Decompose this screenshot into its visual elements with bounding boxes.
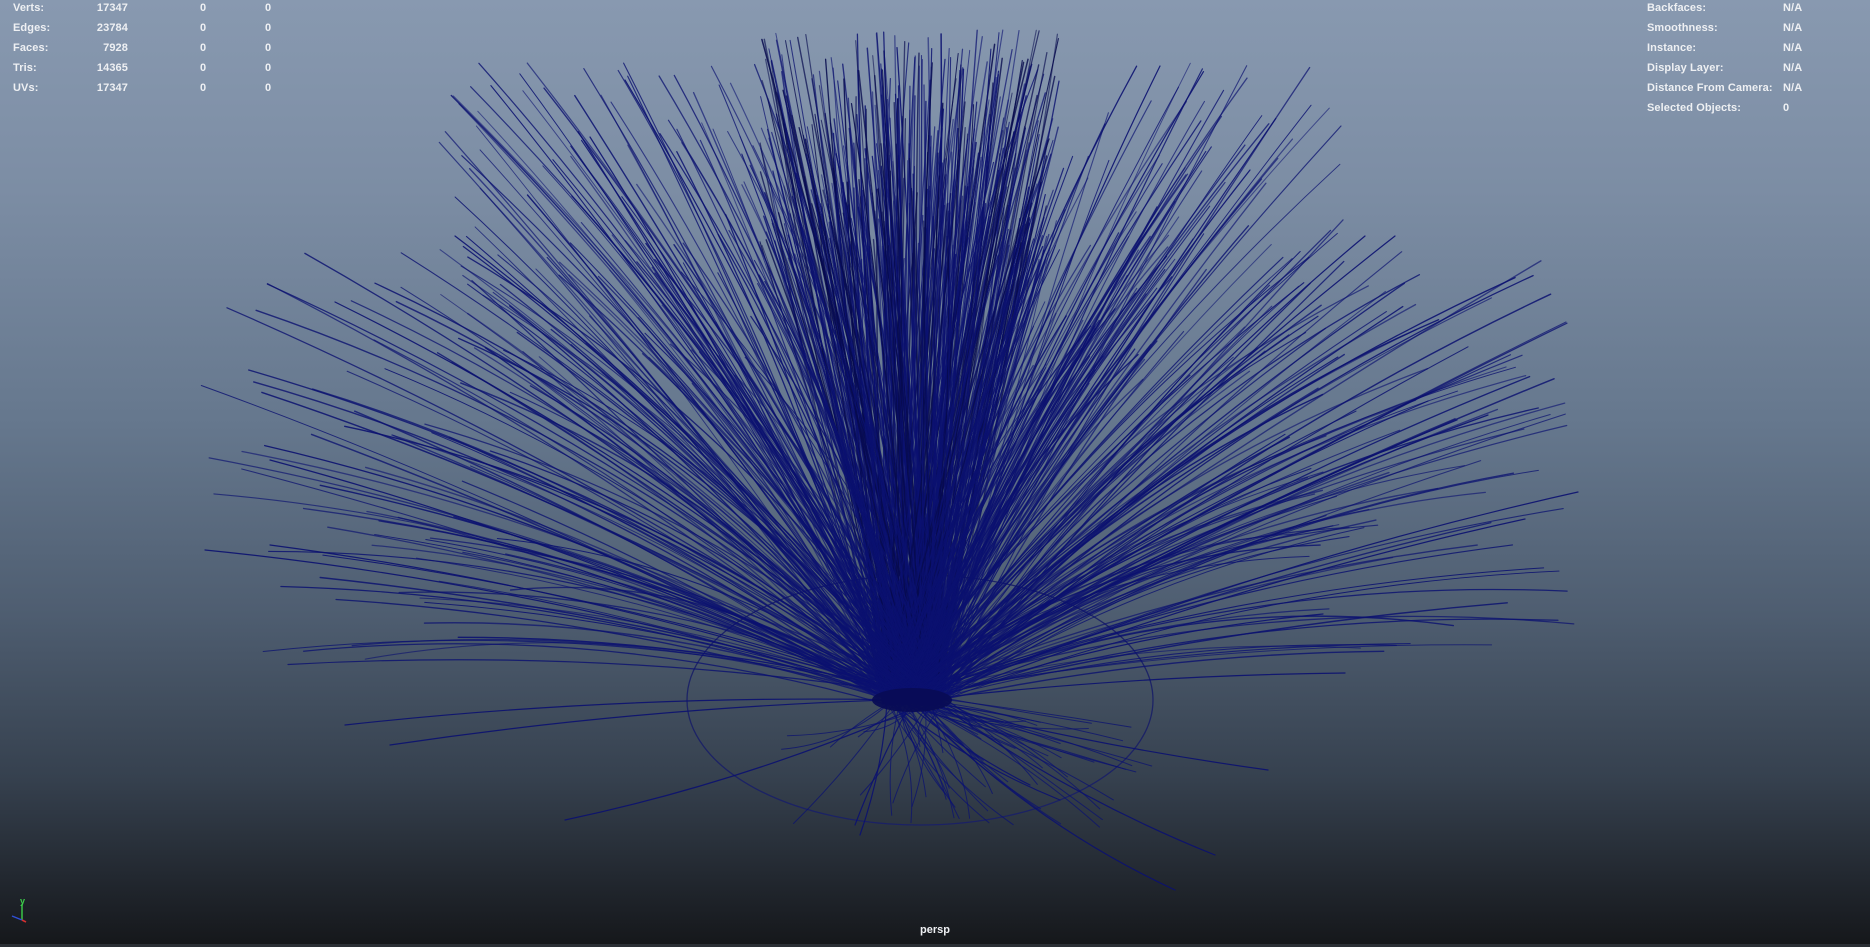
- backfaces-label: Backfaces:: [1647, 2, 1707, 14]
- tris-label: Tris:: [13, 62, 37, 74]
- maya-perspective-viewport[interactable]: Verts: 17347 0 0 Edges: 23784 0 0 Faces:…: [0, 0, 1870, 947]
- hud-row-uvs: UVs: 17347 0 0: [13, 78, 273, 98]
- distance-value: N/A: [1783, 82, 1803, 94]
- strand-root-cluster: [872, 688, 952, 712]
- hud-row-selected-objects: Selected Objects: 0: [1647, 98, 1867, 118]
- tris-selected: 0: [200, 62, 207, 74]
- faces-components: 0: [265, 42, 272, 54]
- backfaces-value: N/A: [1783, 2, 1803, 14]
- hud-row-display-layer: Display Layer: N/A: [1647, 58, 1867, 78]
- hair-strands: [200, 29, 1579, 891]
- hair-strand: [914, 703, 1176, 891]
- smoothness-label: Smoothness:: [1647, 22, 1718, 34]
- poly-count-hud: Verts: 17347 0 0 Edges: 23784 0 0 Faces:…: [13, 0, 273, 98]
- verts-components: 0: [265, 2, 272, 14]
- hud-row-smoothness: Smoothness: N/A: [1647, 18, 1867, 38]
- uvs-label: UVs:: [13, 82, 39, 94]
- tris-value: 14365: [96, 62, 128, 74]
- hair-strand: [389, 699, 899, 746]
- hud-row-verts: Verts: 17347 0 0: [13, 0, 273, 18]
- uvs-components: 0: [265, 82, 272, 94]
- hair-strand: [344, 698, 931, 726]
- selected-objects-label: Selected Objects:: [1647, 102, 1742, 114]
- faces-label: Faces:: [13, 42, 49, 54]
- distance-label: Distance From Camera:: [1647, 82, 1773, 94]
- uvs-value: 17347: [96, 82, 128, 94]
- instance-label: Instance:: [1647, 42, 1697, 54]
- hud-row-backfaces: Backfaces: N/A: [1647, 0, 1867, 18]
- hud-row-instance: Instance: N/A: [1647, 38, 1867, 58]
- edges-value: 23784: [96, 22, 128, 34]
- hair-strand: [564, 702, 926, 821]
- hair-strand: [859, 696, 888, 836]
- object-info-hud: Backfaces: N/A Smoothness: N/A Instance:…: [1647, 0, 1867, 118]
- verts-value: 17347: [96, 2, 128, 14]
- tris-components: 0: [265, 62, 272, 74]
- display-layer-label: Display Layer:: [1647, 62, 1724, 74]
- instance-value: N/A: [1783, 42, 1803, 54]
- edges-label: Edges:: [13, 22, 51, 34]
- smoothness-value: N/A: [1783, 22, 1803, 34]
- grass-hair-mesh[interactable]: [0, 0, 1870, 947]
- display-layer-value: N/A: [1783, 62, 1803, 74]
- hud-row-edges: Edges: 23784 0 0: [13, 18, 273, 38]
- verts-label: Verts:: [13, 2, 45, 14]
- hud-row-tris: Tris: 14365 0 0: [13, 58, 273, 78]
- hud-row-distance: Distance From Camera: N/A: [1647, 78, 1867, 98]
- faces-value: 7928: [103, 42, 128, 54]
- hair-strand: [793, 701, 896, 824]
- axis-y-label: y: [20, 896, 25, 906]
- faces-selected: 0: [200, 42, 207, 54]
- edges-components: 0: [265, 22, 272, 34]
- hud-row-faces: Faces: 7928 0 0: [13, 38, 273, 58]
- selected-objects-value: 0: [1783, 102, 1790, 114]
- uvs-selected: 0: [200, 82, 207, 94]
- edges-selected: 0: [200, 22, 207, 34]
- axis-gizmo-icon: y: [11, 896, 27, 923]
- camera-name-label: persp: [920, 924, 950, 936]
- verts-selected: 0: [200, 2, 207, 14]
